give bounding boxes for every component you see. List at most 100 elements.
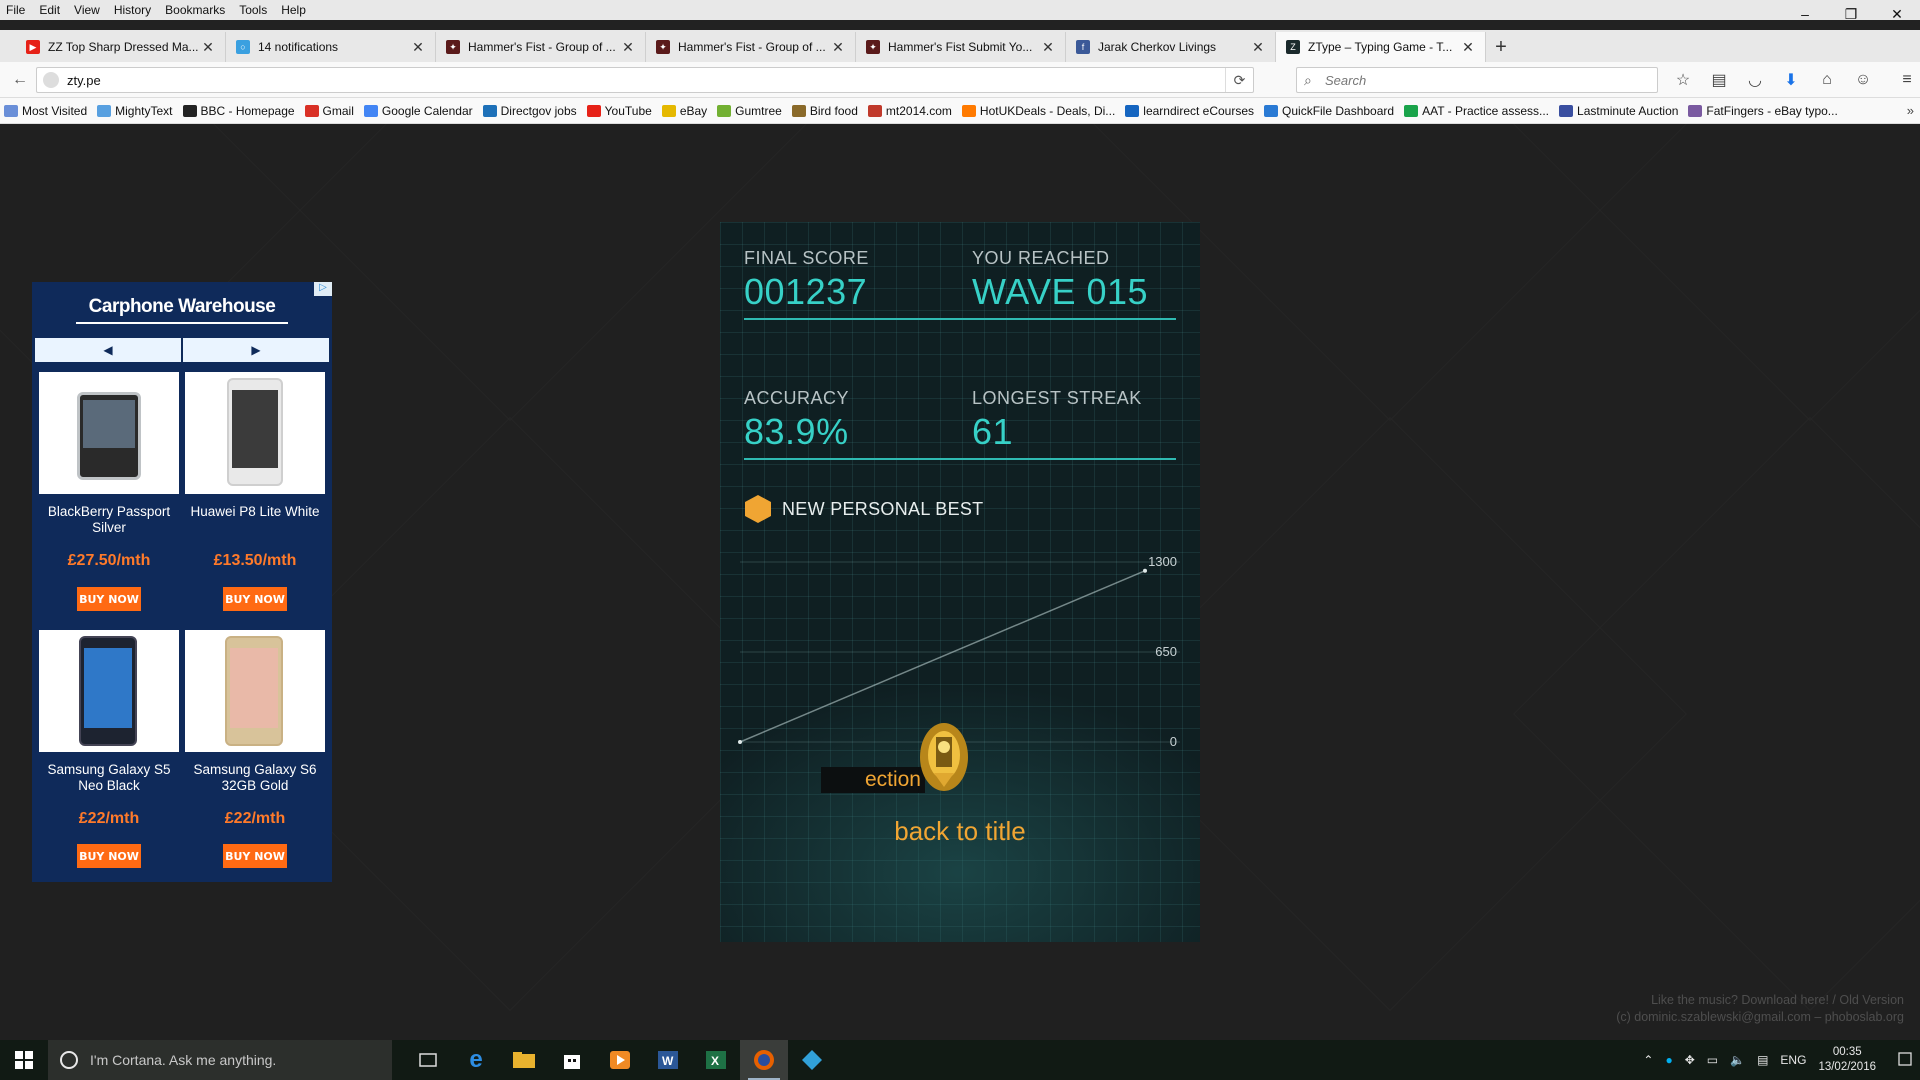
bookmark-item[interactable]: Directgov jobs	[482, 104, 577, 118]
bookmark-item[interactable]: Google Calendar	[363, 104, 473, 118]
game-over-panel[interactable]: FINAL SCORE 001237 YOU REACHED WAVE 015 …	[720, 222, 1200, 942]
bookmark-item[interactable]: HotUKDeals - Deals, Di...	[961, 104, 1115, 118]
bookmark-item[interactable]: eBay	[661, 104, 707, 118]
minimize-button[interactable]: –	[1782, 0, 1828, 28]
back-arrow-icon[interactable]: ←	[6, 66, 34, 94]
reload-icon[interactable]: ⟳	[1225, 68, 1253, 92]
address-bar[interactable]: zty.pe ⟳	[36, 67, 1254, 93]
ad-prev-button[interactable]: ◀	[35, 338, 181, 362]
browser-tab[interactable]: Z ZType – Typing Game - T... ✕	[1276, 32, 1486, 62]
volume-icon[interactable]: 🔈	[1730, 1053, 1745, 1067]
ad-product[interactable]: Samsung Galaxy S6 32GB Gold £22/mth BUY …	[185, 630, 325, 880]
cortana-search-box[interactable]: I'm Cortana. Ask me anything.	[48, 1040, 392, 1080]
product-image[interactable]	[185, 630, 325, 752]
bookmark-item[interactable]: FatFingers - eBay typo...	[1688, 104, 1838, 118]
chat-icon[interactable]: ☺	[1845, 62, 1881, 98]
background-diamond	[1513, 417, 1920, 1011]
skype-icon[interactable]: ●	[1665, 1053, 1672, 1067]
bookmark-favicon-icon	[1264, 104, 1279, 117]
close-window-button[interactable]: ✕	[1874, 0, 1920, 28]
bookmark-item[interactable]: Bird food	[791, 104, 858, 118]
menu-tools[interactable]: Tools	[239, 3, 267, 17]
clock[interactable]: 00:35 13/02/2016	[1818, 1045, 1876, 1075]
close-tab-icon[interactable]: ✕	[1251, 39, 1265, 56]
browser-tab[interactable]: ○ 14 notifications ✕	[226, 32, 436, 62]
menu-help[interactable]: Help	[281, 3, 306, 17]
stat-separator	[744, 458, 1176, 460]
browser-tab[interactable]: ✦ Hammer's Fist - Group of ... ✕	[646, 32, 856, 62]
excel-icon[interactable]: X	[692, 1040, 740, 1080]
more-bookmarks-icon[interactable]: »	[1907, 103, 1914, 118]
carphone-warehouse-ad[interactable]: Carphone Warehouse ▷ ◀ ▶ BlackBerry Pass…	[32, 282, 332, 882]
bookmark-item[interactable]: BBC - Homepage	[182, 104, 295, 118]
store-icon[interactable]	[548, 1040, 596, 1080]
action-center-icon[interactable]: ▤	[1757, 1053, 1768, 1067]
menu-history[interactable]: History	[114, 3, 151, 17]
browser-tab[interactable]: ✦ Hammer's Fist Submit Yo... ✕	[856, 32, 1066, 62]
music-link[interactable]: Like the music? Download here! / Old Ver…	[1616, 992, 1904, 1009]
close-tab-icon[interactable]: ✕	[411, 39, 425, 56]
show-hidden-icons[interactable]: ⌃	[1643, 1053, 1653, 1067]
close-tab-icon[interactable]: ✕	[831, 39, 845, 56]
close-tab-icon[interactable]: ✕	[1461, 39, 1475, 56]
ad-product[interactable]: Huawei P8 Lite White £13.50/mth BUY NOW	[185, 372, 325, 632]
new-tab-button[interactable]: +	[1486, 32, 1516, 62]
buy-now-button[interactable]: BUY NOW	[77, 844, 141, 868]
close-tab-icon[interactable]: ✕	[201, 39, 215, 56]
media-player-icon[interactable]	[596, 1040, 644, 1080]
word-icon[interactable]: W	[644, 1040, 692, 1080]
menu-bookmarks[interactable]: Bookmarks	[165, 3, 225, 17]
final-score-value: 001237	[744, 271, 868, 312]
menu-view[interactable]: View	[74, 3, 100, 17]
ad-next-button[interactable]: ▶	[183, 338, 329, 362]
bookmark-item[interactable]: Lastminute Auction	[1559, 104, 1678, 118]
network-icon[interactable]: ▭	[1707, 1053, 1718, 1067]
edge-browser-icon[interactable]: e	[452, 1040, 500, 1080]
browser-tab[interactable]: ▶ ZZ Top Sharp Dressed Ma... ✕	[16, 32, 226, 62]
language-indicator[interactable]: ENG	[1780, 1053, 1806, 1067]
product-image[interactable]	[39, 630, 179, 752]
bookmark-item[interactable]: Gmail	[304, 104, 354, 118]
product-image[interactable]	[185, 372, 325, 494]
ad-product[interactable]: BlackBerry Passport Silver £27.50/mth BU…	[39, 372, 179, 632]
back-to-title-link[interactable]: back to title	[720, 816, 1200, 847]
bookmark-item[interactable]: AAT - Practice assess...	[1404, 104, 1549, 118]
bookmark-item[interactable]: Gumtree	[717, 104, 782, 118]
firefox-icon[interactable]	[740, 1040, 788, 1080]
menu-edit[interactable]: Edit	[39, 3, 60, 17]
bookmark-star-icon[interactable]: ☆	[1665, 62, 1701, 98]
close-tab-icon[interactable]: ✕	[1041, 39, 1055, 56]
site-info-icon[interactable]	[43, 72, 59, 88]
bookmark-item[interactable]: MightyText	[97, 104, 173, 118]
buy-now-button[interactable]: BUY NOW	[223, 844, 287, 868]
reading-list-icon[interactable]: ▤	[1701, 62, 1737, 98]
close-tab-icon[interactable]: ✕	[621, 39, 635, 56]
kodi-icon[interactable]	[788, 1040, 836, 1080]
menu-file[interactable]: File	[6, 3, 25, 17]
bookmark-item[interactable]: QuickFile Dashboard	[1264, 104, 1394, 118]
file-explorer-icon[interactable]	[500, 1040, 548, 1080]
task-view-icon[interactable]	[404, 1040, 452, 1080]
bookmark-item[interactable]: Most Visited	[4, 104, 87, 118]
bookmark-favicon-icon	[1559, 104, 1574, 117]
bookmark-item[interactable]: YouTube	[586, 104, 652, 118]
windows-start-icon[interactable]	[0, 1040, 48, 1080]
bookmark-item[interactable]: learndirect eCourses	[1125, 104, 1254, 118]
pocket-icon[interactable]: ◡	[1737, 62, 1773, 98]
home-icon[interactable]: ⌂	[1809, 62, 1845, 98]
adchoices-icon[interactable]: ▷	[314, 282, 332, 296]
hamburger-menu-icon[interactable]: ≡	[1889, 62, 1920, 98]
ad-product[interactable]: Samsung Galaxy S5 Neo Black £22/mth BUY …	[39, 630, 179, 880]
downloads-icon[interactable]: ⬇	[1773, 62, 1809, 98]
product-image[interactable]	[39, 372, 179, 494]
search-input[interactable]: ⌕ Search	[1296, 67, 1658, 93]
browser-tab[interactable]: f Jarak Cherkov Livings ✕	[1066, 32, 1276, 62]
buy-now-button[interactable]: BUY NOW	[223, 587, 287, 611]
buy-now-button[interactable]: BUY NOW	[77, 587, 141, 611]
notifications-icon[interactable]	[1890, 1040, 1920, 1080]
bookmark-item[interactable]: mt2014.com	[867, 104, 952, 118]
dropbox-icon[interactable]: ✥	[1685, 1053, 1695, 1067]
restore-button[interactable]: ❐	[1828, 0, 1874, 28]
window-controls: – ❐ ✕	[1782, 0, 1920, 28]
browser-tab[interactable]: ✦ Hammer's Fist - Group of ... ✕	[436, 32, 646, 62]
